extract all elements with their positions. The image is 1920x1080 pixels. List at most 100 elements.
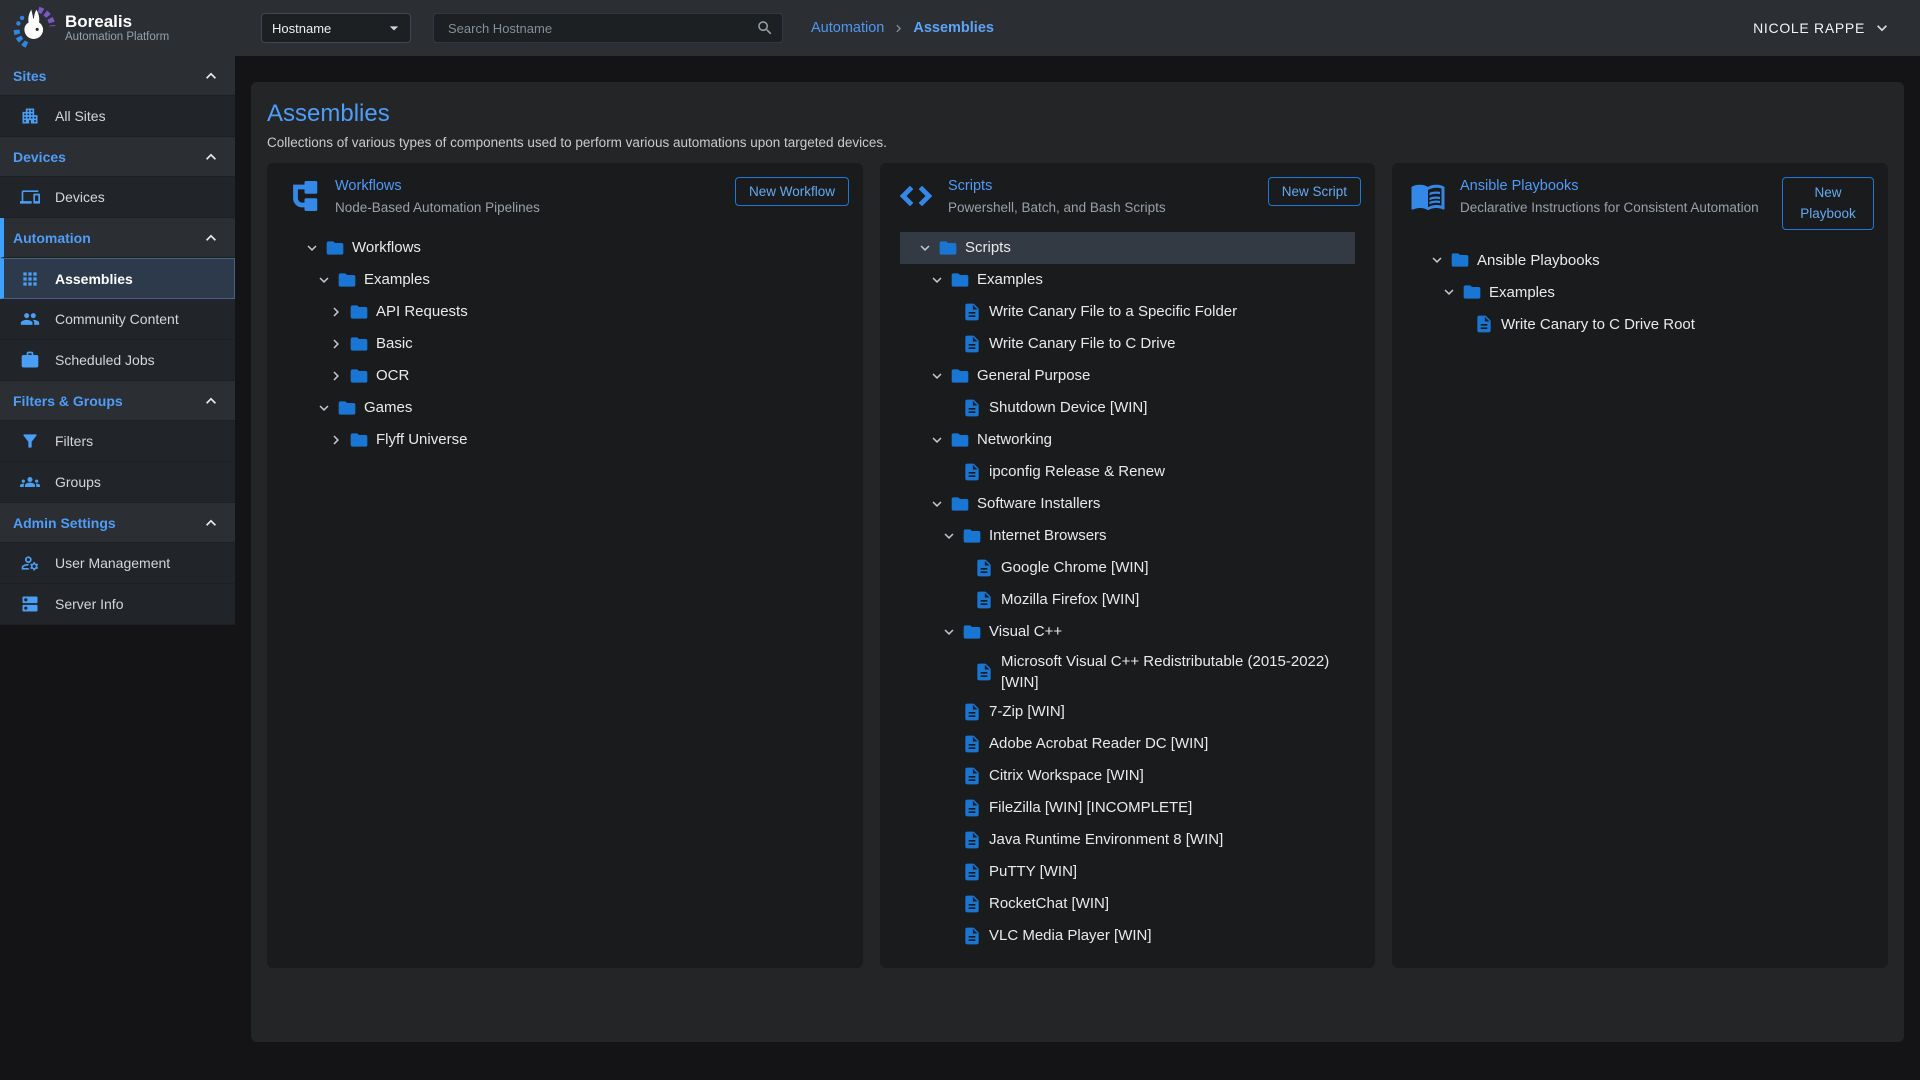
tree-row-rocketchat-win[interactable]: RocketChat [WIN] <box>900 888 1355 920</box>
hostname-select[interactable]: Hostname <box>261 13 411 43</box>
sidebar-item-label: Filters <box>55 433 93 449</box>
sidebar-item-scheduled-jobs[interactable]: Scheduled Jobs <box>0 340 235 381</box>
tree-row-internet-browsers[interactable]: Internet Browsers <box>900 520 1355 552</box>
tree-ansible-playbooks: Ansible PlaybooksExamples Write Canary to… <box>1392 230 1888 356</box>
chevron-down-icon[interactable] <box>940 527 962 545</box>
tree-row-examples[interactable]: Examples <box>1412 276 1868 308</box>
tree-row-filezilla-win-incomplete[interactable]: FileZilla [WIN] [INCOMPLETE] <box>900 792 1355 824</box>
brand-text: Borealis Automation Platform <box>65 12 169 45</box>
new-workflow-button[interactable]: New Workflow <box>735 177 849 206</box>
user-menu[interactable]: NICOLE RAPPE <box>1753 18 1920 38</box>
chevron-down-icon[interactable] <box>928 431 950 449</box>
chevron-right-icon[interactable] <box>327 303 349 321</box>
sidebar-section-automation[interactable]: Automation <box>0 218 235 258</box>
filter-icon <box>20 431 40 451</box>
tree-item-label: Networking <box>977 426 1052 453</box>
new-playbook-button[interactable]: New Playbook <box>1782 177 1874 231</box>
tree-row-ocr[interactable]: OCR <box>287 360 843 392</box>
sidebar-item-all-sites[interactable]: All Sites <box>0 96 235 137</box>
tree-row-java-runtime-environment-8-win[interactable]: Java Runtime Environment 8 [WIN] <box>900 824 1355 856</box>
sidebar-item-assemblies[interactable]: Assemblies <box>0 258 235 299</box>
sidebar-item-groups[interactable]: Groups <box>0 462 235 503</box>
chevron-down-icon[interactable] <box>1428 251 1450 269</box>
tree-row-software-installers[interactable]: Software Installers <box>900 488 1355 520</box>
tree-row-putty-win[interactable]: PuTTY [WIN] <box>900 856 1355 888</box>
workflow-icon <box>285 178 321 214</box>
tree-row-shutdown-device-win[interactable]: Shutdown Device [WIN] <box>900 392 1355 424</box>
folder-icon <box>1462 282 1489 302</box>
tree-row-visual-c[interactable]: Visual C++ <box>900 616 1355 648</box>
file-icon <box>962 862 989 882</box>
tree-row-api-requests[interactable]: API Requests <box>287 296 843 328</box>
tree-row-flyff-universe[interactable]: Flyff Universe <box>287 424 843 456</box>
sidebar-section-sites[interactable]: Sites <box>0 56 235 96</box>
breadcrumb-automation[interactable]: Automation <box>811 20 884 36</box>
sidebar-section-devices[interactable]: Devices <box>0 137 235 177</box>
chevron-right-icon[interactable] <box>327 335 349 353</box>
tree-row-citrix-workspace-win[interactable]: Citrix Workspace [WIN] <box>900 760 1355 792</box>
tree-item-label: Internet Browsers <box>989 522 1107 549</box>
sidebar-item-label: Devices <box>55 189 105 205</box>
card-title: Workflows <box>335 177 721 195</box>
folder-icon <box>962 622 989 642</box>
chevron-down-icon <box>1872 18 1892 38</box>
sidebar-item-label: Scheduled Jobs <box>55 352 155 368</box>
tree-row-7-zip-win[interactable]: 7-Zip [WIN] <box>900 696 1355 728</box>
chevron-down-icon[interactable] <box>940 623 962 641</box>
tree-row-basic[interactable]: Basic <box>287 328 843 360</box>
sidebar-item-community-content[interactable]: Community Content <box>0 299 235 340</box>
chevron-right-icon[interactable] <box>327 367 349 385</box>
borealis-rabbit-logo <box>12 6 56 50</box>
chevron-up-icon <box>201 228 221 248</box>
tree-item-label: Examples <box>364 266 430 293</box>
tree-row-google-chrome-win[interactable]: Google Chrome [WIN] <box>900 552 1355 584</box>
tree-row-networking[interactable]: Networking <box>900 424 1355 456</box>
chevron-down-icon[interactable] <box>928 495 950 513</box>
tree-row-mozilla-firefox-win[interactable]: Mozilla Firefox [WIN] <box>900 584 1355 616</box>
file-icon <box>962 398 989 418</box>
tree-row-vlc-media-player-win[interactable]: VLC Media Player [WIN] <box>900 920 1355 952</box>
tree-row-microsoft-visual-c-redistributable-2015-2022-win[interactable]: Microsoft Visual C++ Redistributable (20… <box>900 648 1355 696</box>
sidebar-section-filters-groups[interactable]: Filters & Groups <box>0 381 235 421</box>
folder-icon <box>938 238 965 258</box>
chevron-down-icon[interactable] <box>916 239 938 257</box>
chevron-down-icon[interactable] <box>928 271 950 289</box>
sidebar-item-server-info[interactable]: Server Info <box>0 584 235 625</box>
folder-icon <box>325 238 352 258</box>
tree-row-scripts[interactable]: Scripts <box>900 232 1355 264</box>
tree-item-label: PuTTY [WIN] <box>989 858 1077 885</box>
breadcrumb-assemblies[interactable]: Assemblies <box>913 20 994 36</box>
tree-item-label: Ansible Playbooks <box>1477 247 1600 274</box>
tree-row-examples[interactable]: Examples <box>900 264 1355 296</box>
tree-item-label: Write Canary to C Drive Root <box>1501 311 1695 338</box>
sidebar-item-user-management[interactable]: User Management <box>0 543 235 584</box>
search-input[interactable] <box>446 20 756 37</box>
sidebar-item-filters[interactable]: Filters <box>0 421 235 462</box>
grid-icon <box>20 269 40 289</box>
chevron-down-icon[interactable] <box>315 271 337 289</box>
chevron-down-icon[interactable] <box>315 399 337 417</box>
tree-row-workflows[interactable]: Workflows <box>287 232 843 264</box>
folder-icon <box>1450 250 1477 270</box>
chevron-down-icon[interactable] <box>928 367 950 385</box>
tree-row-games[interactable]: Games <box>287 392 843 424</box>
tree-row-ansible-playbooks[interactable]: Ansible Playbooks <box>1412 244 1868 276</box>
chevron-right-icon[interactable] <box>327 431 349 449</box>
folder-icon <box>337 398 364 418</box>
new-script-button[interactable]: New Script <box>1268 177 1361 206</box>
folder-icon <box>962 526 989 546</box>
tree-row-adobe-acrobat-reader-dc-win[interactable]: Adobe Acrobat Reader DC [WIN] <box>900 728 1355 760</box>
sidebar-item-devices[interactable]: Devices <box>0 177 235 218</box>
layout: SitesAll SitesDevicesDevicesAutomationAs… <box>0 56 1920 1042</box>
chevron-down-icon[interactable] <box>303 239 325 257</box>
sidebar-section-admin-settings[interactable]: Admin Settings <box>0 503 235 543</box>
tree-row-examples[interactable]: Examples <box>287 264 843 296</box>
tree-row-write-canary-file-to-a-specific-folder[interactable]: Write Canary File to a Specific Folder <box>900 296 1355 328</box>
tree-row-write-canary-to-c-drive-root[interactable]: Write Canary to C Drive Root <box>1412 308 1868 340</box>
file-icon <box>974 662 1001 682</box>
tree-row-ipconfig-release-renew[interactable]: ipconfig Release & Renew <box>900 456 1355 488</box>
chevron-down-icon[interactable] <box>1440 283 1462 301</box>
tree-row-write-canary-file-to-c-drive[interactable]: Write Canary File to C Drive <box>900 328 1355 360</box>
brand: Borealis Automation Platform <box>0 6 235 50</box>
tree-row-general-purpose[interactable]: General Purpose <box>900 360 1355 392</box>
